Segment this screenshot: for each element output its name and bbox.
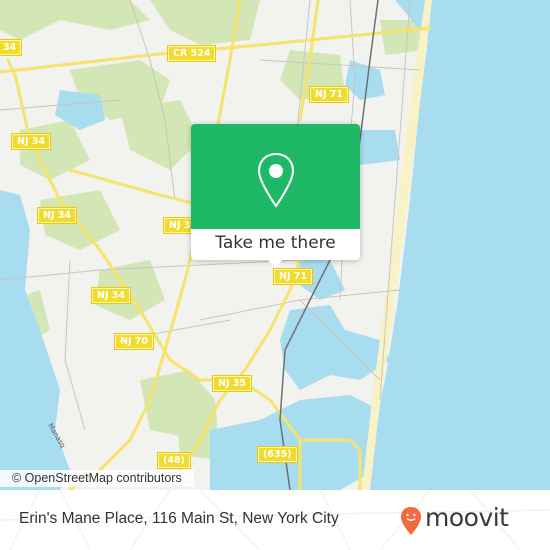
route-shield-nj35: NJ 35 bbox=[211, 375, 253, 392]
destination-popup: Take me there bbox=[191, 124, 360, 268]
map-view[interactable]: Manasq 34 CR 524 NJ 71 NJ 34 NJ 34 NJ 3 … bbox=[0, 0, 550, 490]
route-shield-nj34: NJ 34 bbox=[90, 287, 132, 304]
location-pin-icon bbox=[257, 152, 295, 208]
route-shield-nj34: 34 bbox=[0, 39, 23, 56]
map-attribution[interactable]: © OpenStreetMap contributors bbox=[0, 470, 194, 487]
popup-header bbox=[191, 124, 360, 229]
route-shield-nj34: NJ 34 bbox=[36, 207, 78, 224]
route-shield-635: (635) bbox=[257, 446, 298, 463]
moovit-wordmark: moovit bbox=[425, 503, 509, 532]
popup-pointer bbox=[268, 260, 282, 268]
take-me-there-button[interactable]: Take me there bbox=[191, 229, 360, 260]
route-shield-nj34: NJ 34 bbox=[10, 133, 52, 150]
footer-bar: Erin's Mane Place, 116 Main St, New York… bbox=[0, 490, 550, 550]
moovit-smile-pin-icon bbox=[401, 507, 421, 535]
route-shield-nj71: NJ 71 bbox=[272, 268, 314, 285]
route-shield-nj70: NJ 70 bbox=[113, 333, 155, 350]
route-shield-48: (48) bbox=[157, 452, 191, 469]
place-address: Erin's Mane Place, 116 Main St, New York… bbox=[19, 510, 339, 527]
route-shield-nj71: NJ 71 bbox=[308, 86, 350, 103]
route-shield-cr524: CR 524 bbox=[166, 45, 217, 62]
river bbox=[280, 305, 390, 390]
